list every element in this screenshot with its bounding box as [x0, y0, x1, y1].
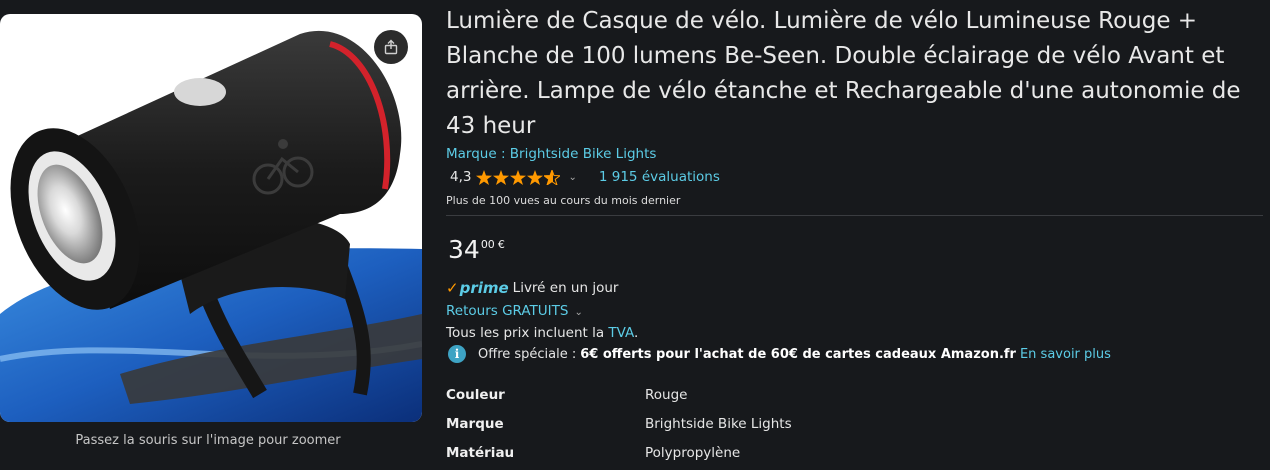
- star-icon: [476, 169, 493, 185]
- rating-value: 4,3: [450, 169, 472, 185]
- price: 34 00 €: [448, 236, 505, 264]
- spec-value: Brightside Bike Lights: [645, 415, 792, 432]
- price-fraction: 00: [480, 238, 495, 251]
- free-returns-link[interactable]: Retours GRATUITS ⌄: [446, 303, 605, 319]
- price-whole: 34: [448, 235, 480, 264]
- price-currency: €: [497, 238, 505, 251]
- spec-key: Matériau: [446, 444, 515, 461]
- views-text: Plus de 100 vues au cours du mois dernie…: [446, 194, 681, 207]
- star-icon: [527, 169, 544, 185]
- rating-row: 4,3 ⌄ 1 915 évaluations: [450, 169, 720, 185]
- product-image[interactable]: [0, 14, 422, 422]
- ratings-count-link[interactable]: 1 915 évaluations: [599, 169, 720, 185]
- product-title: Lumière de Casque de vélo. Lumière de vé…: [446, 8, 1241, 139]
- vat-suffix: .: [634, 325, 639, 341]
- spec-row: Couleur Rouge: [446, 380, 792, 409]
- vat-notice: Tous les prix incluent la TVA.: [446, 325, 638, 341]
- star-half-icon: [544, 169, 561, 185]
- prime-delivery-text: Livré en un jour: [512, 280, 619, 296]
- offer-learn-more-link[interactable]: En savoir plus: [1020, 347, 1111, 362]
- spec-row: Matériau Polypropylène: [446, 438, 792, 467]
- product-specs: Couleur Rouge Marque Brightside Bike Lig…: [446, 380, 792, 467]
- prime-delivery: ✓ prime Livré en un jour: [446, 279, 618, 297]
- vat-link[interactable]: TVA: [608, 325, 634, 341]
- chevron-down-icon: ⌄: [574, 307, 583, 318]
- share-button[interactable]: [374, 30, 408, 64]
- star-rating[interactable]: [476, 169, 561, 185]
- star-icon: [493, 169, 510, 185]
- star-icon: [510, 169, 527, 185]
- chevron-down-icon[interactable]: ⌄: [568, 172, 576, 183]
- offer-label: Offre spéciale :: [478, 346, 577, 362]
- bike-light-photo: [0, 30, 422, 422]
- divider: [446, 215, 1263, 216]
- zoom-hint: Passez la souris sur l'image pour zoomer: [75, 433, 341, 448]
- spec-value: Rouge: [645, 386, 688, 403]
- vat-prefix: Tous les prix incluent la: [446, 325, 609, 341]
- free-returns-label: Retours GRATUITS: [446, 303, 569, 319]
- prime-check-icon: ✓: [446, 279, 459, 297]
- spec-key: Marque: [446, 415, 504, 432]
- special-offer: i Offre spéciale : 6€ offerts pour l'ach…: [448, 345, 1111, 363]
- brand-link[interactable]: Marque : Brightside Bike Lights: [446, 146, 656, 162]
- share-icon: [384, 39, 398, 55]
- spec-row: Marque Brightside Bike Lights: [446, 409, 792, 438]
- offer-text: 6€ offerts pour l'achat de 60€ de cartes…: [580, 346, 1016, 362]
- info-icon: i: [448, 345, 466, 363]
- prime-logo: prime: [459, 279, 509, 297]
- spec-value: Polypropylène: [645, 444, 741, 461]
- spec-key: Couleur: [446, 386, 505, 403]
